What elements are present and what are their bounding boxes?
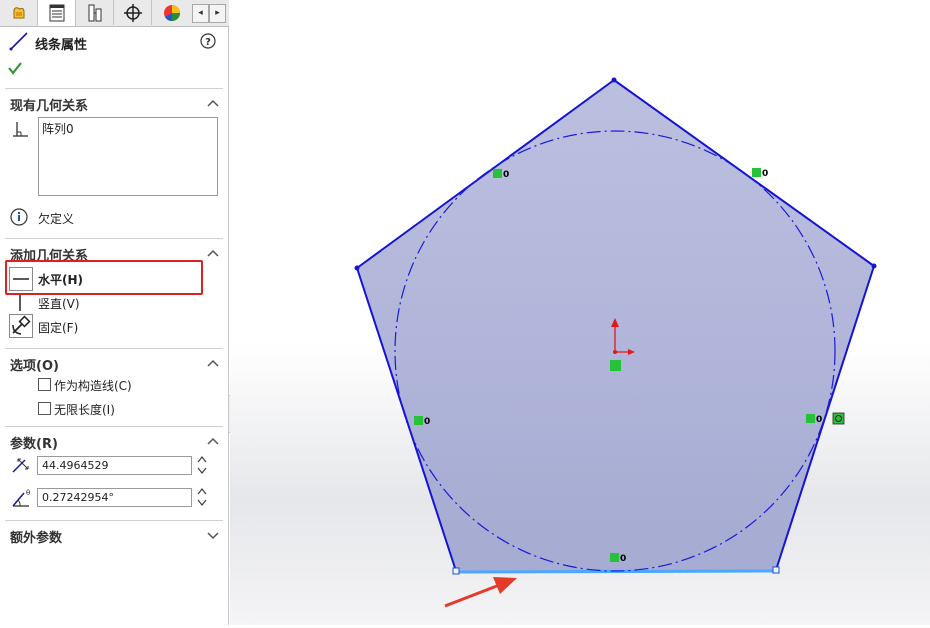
infinite-length-label[interactable]: 无限长度(I) <box>54 401 115 418</box>
relation-icon <box>13 122 28 137</box>
fix-relation-button[interactable] <box>9 314 33 338</box>
vertical-relation-button[interactable] <box>9 292 33 312</box>
extra-parameters-title: 额外参数 <box>10 531 63 546</box>
tangent-icon <box>414 416 423 425</box>
page-title: 线条属性 <box>35 38 88 53</box>
tangent-relation-badge[interactable]: 0 <box>493 169 509 180</box>
property-manager-icon <box>49 4 64 22</box>
existing-relations-title: 现有几何关系 <box>10 99 89 114</box>
question-icon[interactable]: ? <box>200 33 216 49</box>
list-item[interactable]: 阵列0 <box>42 120 74 137</box>
info-icon <box>10 208 28 226</box>
section-divider <box>5 426 223 427</box>
tangent-relation-badge[interactable]: 0 <box>806 414 822 425</box>
crosshair-icon <box>123 3 142 22</box>
svg-text:θ: θ <box>26 489 30 497</box>
angle-icon: θ <box>12 489 30 507</box>
sketch-svg[interactable] <box>230 0 930 625</box>
tab-display-manager[interactable] <box>152 0 192 25</box>
tangent-icon <box>806 414 815 423</box>
length-icon <box>12 458 29 473</box>
chevron-up-icon[interactable] <box>206 357 220 369</box>
parameters-title: 参数(R) <box>10 437 58 452</box>
tangent-relation-badge[interactable]: 0 <box>610 553 626 564</box>
tangent-icon <box>493 169 502 178</box>
length-spinner[interactable] <box>196 454 208 476</box>
relation-badge-icon <box>610 360 621 371</box>
tangent-relation-badge[interactable]: 0 <box>752 168 768 179</box>
annotation-highlight-box <box>5 260 203 295</box>
vertex-point[interactable] <box>871 263 877 269</box>
vertical-label[interactable]: 竖直(V) <box>38 295 80 312</box>
configuration-icon <box>88 4 101 21</box>
tabs-scroll-right[interactable]: ▸ <box>209 4 226 23</box>
options-title: 选项(O) <box>10 359 59 374</box>
tangent-relation-badge[interactable]: 0 <box>414 416 430 427</box>
vertex-point[interactable] <box>772 566 780 574</box>
angle-spinner[interactable] <box>196 486 208 508</box>
status-text: 欠定义 <box>38 212 75 226</box>
tab-configuration-manager[interactable] <box>76 0 114 25</box>
graphics-area[interactable]: 0 0 0 0 0 <box>230 0 930 625</box>
property-manager: ◂ ▸ 线条属性 ? 现有几何关系 阵列0 欠定义 添加几何关系 水平(H) 竖… <box>0 0 229 625</box>
fix-icon <box>12 315 31 335</box>
feature-tree-icon <box>13 6 24 18</box>
chevron-down-icon[interactable] <box>206 529 220 541</box>
svg-text:?: ? <box>205 37 211 48</box>
construction-checkbox[interactable] <box>38 378 51 391</box>
tangent-icon <box>610 553 619 562</box>
tab-feature-manager[interactable] <box>0 0 38 25</box>
tangent-icon <box>752 168 761 177</box>
section-divider <box>5 348 223 349</box>
line-icon <box>9 32 28 51</box>
chevron-up-icon[interactable] <box>206 247 220 259</box>
existing-relations-list[interactable]: 阵列0 <box>38 117 218 196</box>
manager-tabs: ◂ ▸ <box>0 0 229 27</box>
vertex-point[interactable] <box>452 567 460 575</box>
angle-input[interactable]: 0.27242954° <box>37 488 192 507</box>
section-divider <box>5 520 223 521</box>
vertical-icon <box>19 294 21 311</box>
vertex-point[interactable] <box>611 77 617 83</box>
tab-dimxpert-manager[interactable] <box>114 0 152 25</box>
length-input[interactable]: 44.4964529 <box>37 456 192 475</box>
relation-badge-icon <box>832 412 845 425</box>
annotation-arrow <box>444 577 517 608</box>
fix-label[interactable]: 固定(F) <box>38 319 78 336</box>
ok-checkmark-icon[interactable] <box>7 60 23 76</box>
appearance-icon <box>164 4 180 21</box>
section-divider <box>5 238 223 239</box>
tab-property-manager[interactable] <box>38 0 76 26</box>
construction-label[interactable]: 作为构造线(C) <box>54 377 132 394</box>
section-divider <box>5 88 223 89</box>
vertex-point[interactable] <box>354 265 360 271</box>
chevron-up-icon[interactable] <box>206 435 220 447</box>
infinite-length-checkbox[interactable] <box>38 402 51 415</box>
tabs-scroll-left[interactable]: ◂ <box>192 4 209 23</box>
chevron-up-icon[interactable] <box>206 97 220 109</box>
